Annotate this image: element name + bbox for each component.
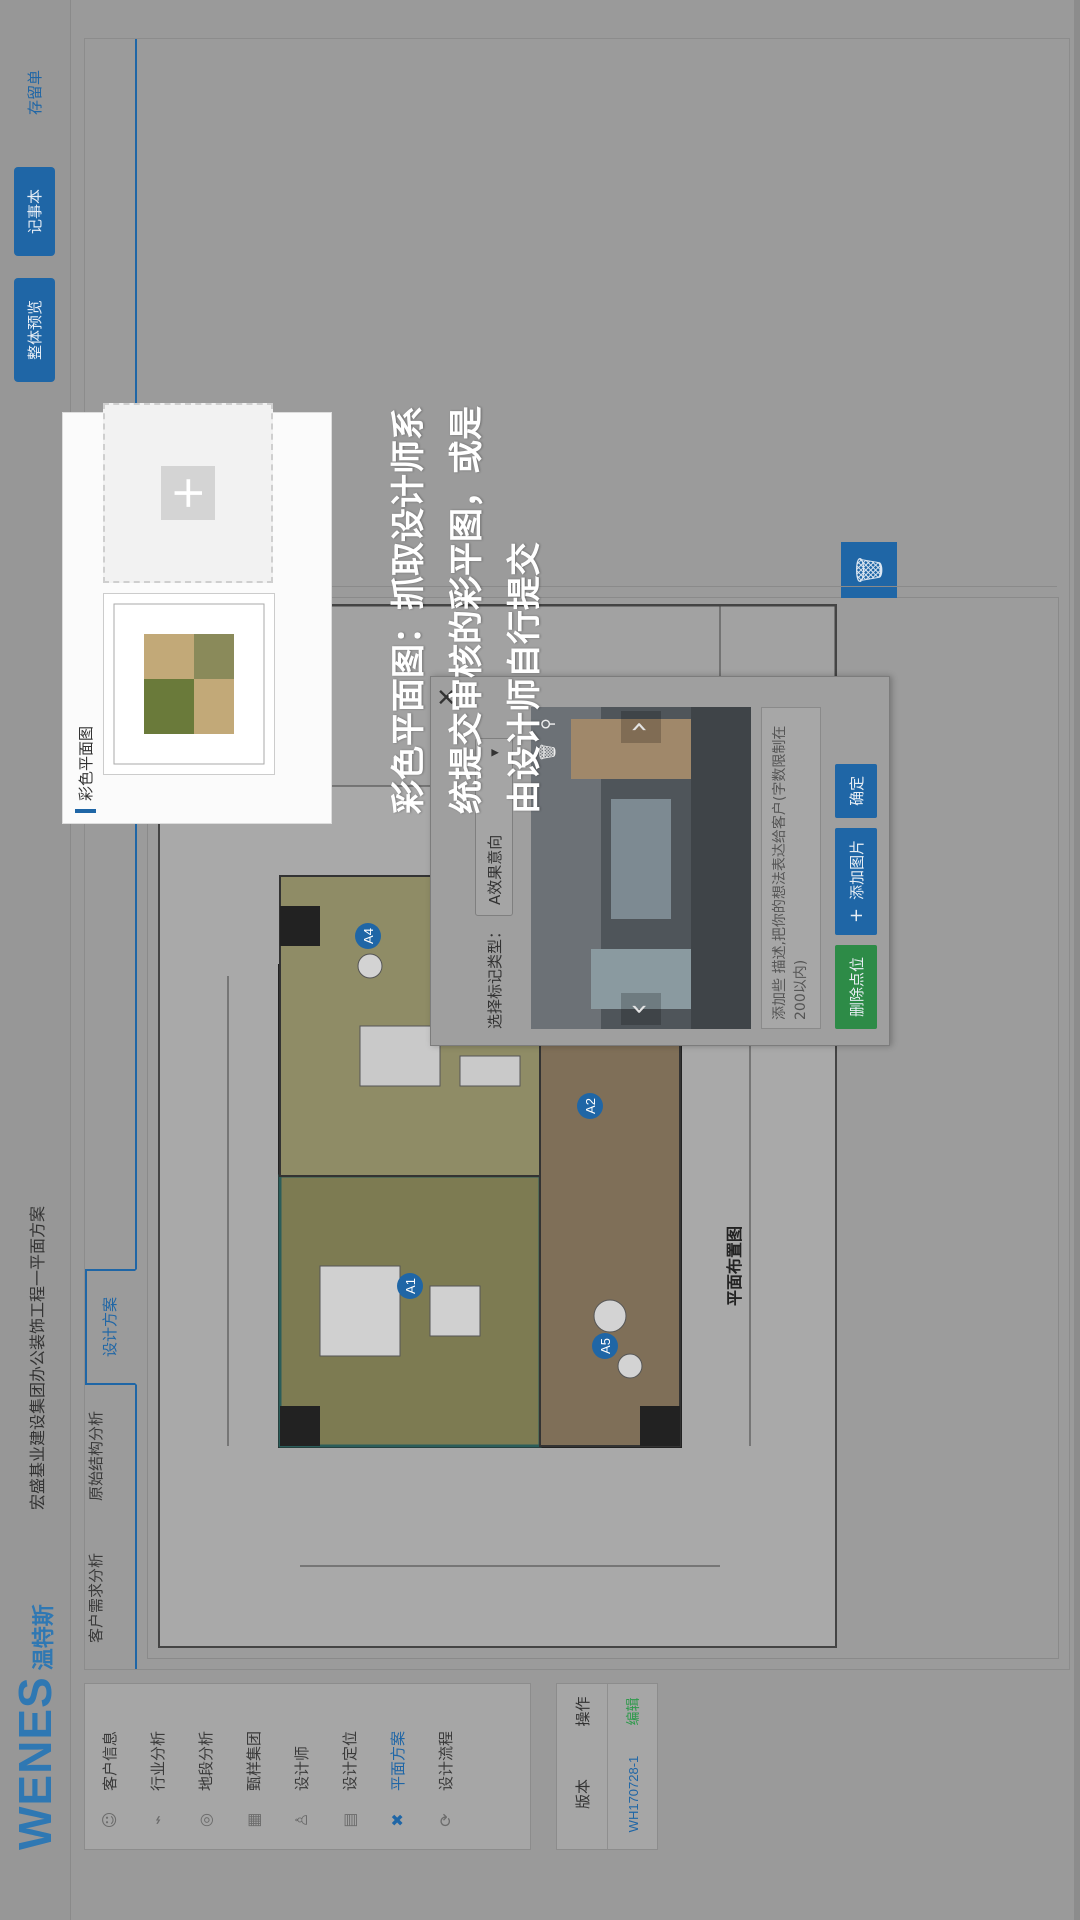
sidebar-item-label: 设计定位 — [340, 1730, 359, 1791]
plus-icon: + — [845, 907, 867, 923]
sidebar-item-customer-info[interactable]: ☺ 客户信息 — [85, 1684, 133, 1849]
user-icon: ☺ — [99, 1811, 119, 1829]
add-image-button[interactable]: + 添加图片 — [835, 827, 877, 935]
logo-main-text: WENES — [9, 1676, 61, 1850]
annotation-line-3: 由设计师自行提交 — [505, 542, 545, 814]
app-canvas: WENES 温特斯 宏盛基业建设集团办公装饰工程一平面方案 整体预览 记事本 存… — [0, 0, 1080, 1920]
sidebar-nav: ☺ 客户信息 ⌁ 行业分析 ◎ 地段分析 ▦ 甄样集团 ♙ 设计师 ▤ 设计定位… — [84, 1683, 531, 1850]
version-table-header: 版本 操作 — [557, 1684, 608, 1849]
marker-a5-label: A5 — [598, 1338, 613, 1354]
version-table: 版本 操作 WH170728-1 编辑 — [556, 1683, 658, 1850]
project-title: 宏盛基业建设集团办公装饰工程一平面方案 — [28, 1205, 47, 1510]
add-color-plan-button[interactable]: + — [103, 403, 273, 583]
sidebar-item-design-flow[interactable]: ⟳ 设计流程 — [421, 1684, 469, 1849]
sidebar-item-location-analysis[interactable]: ◎ 地段分析 — [181, 1684, 229, 1849]
plan-title: 平面布置图 — [725, 1226, 744, 1306]
sidebar-item-label: 设计流程 — [436, 1730, 455, 1791]
confirm-button[interactable]: 确定 — [835, 763, 877, 818]
description-textarea[interactable]: 添加些 描述,把你的想法表达给客户(字数限制在200以内) — [761, 707, 821, 1029]
chart-icon: ⌁ — [147, 1815, 167, 1825]
logo-sub-text: 温特斯 — [32, 1604, 57, 1671]
next-image-icon[interactable]: › — [621, 711, 661, 743]
sidebar-item-design-positioning[interactable]: ▤ 设计定位 — [325, 1684, 373, 1849]
office-photo — [531, 707, 751, 1029]
top-actions: 整体预览 记事本 存留单 — [14, 70, 55, 383]
annotation-line-1: 彩色平面图：抓取设计师系 — [389, 406, 429, 814]
table-row: WH170728-1 编辑 — [608, 1684, 658, 1849]
marker-type-value: A效果意向 — [485, 834, 504, 905]
version-id[interactable]: WH170728-1 — [626, 1739, 641, 1849]
annotation-text: 彩色平面图：抓取设计师系 统提交审核的彩平图，或是 由设计师自行提交 — [380, 294, 554, 814]
color-plan-label: 彩色平面图 — [75, 725, 96, 813]
sidebar-item-label: 客户信息 — [100, 1730, 119, 1791]
version-column-header: 版本 — [573, 1779, 592, 1810]
color-plan-card: 彩色平面图 + — [62, 403, 332, 824]
document-icon: ▤ — [339, 1812, 359, 1828]
brand-logo: WENES 温特斯 — [9, 1604, 61, 1850]
marker-a4-label: A4 — [361, 928, 376, 944]
location-icon: ◎ — [195, 1813, 215, 1827]
sidebar-item-label: 平面方案 — [388, 1730, 407, 1791]
top-bar: WENES 温特斯 宏盛基业建设集团办公装饰工程一平面方案 整体预览 记事本 存… — [0, 0, 71, 1920]
save-link[interactable]: 存留单 — [24, 70, 45, 115]
marker-a5[interactable]: A5 — [592, 1333, 618, 1359]
action-column-header: 操作 — [573, 1696, 592, 1727]
marker-a1-label: A1 — [403, 1278, 418, 1294]
flow-icon: ⟳ — [435, 1813, 455, 1827]
marker-type-label: 选择标记类型： — [485, 923, 504, 1029]
sidebar-item-label: 地段分析 — [196, 1730, 215, 1791]
annotation-line-2: 统提交审核的彩平图，或是 — [447, 406, 487, 814]
edit-link[interactable]: 编辑 — [623, 1684, 643, 1739]
reference-photo: ‹ › 🗑 ⚲ — [531, 707, 751, 1029]
tab-bar: 客户需求分析 原始结构分析 设计方案 — [85, 39, 137, 1669]
tab-customer-needs[interactable]: 客户需求分析 — [85, 1527, 135, 1669]
marker-a1[interactable]: A1 — [397, 1273, 423, 1299]
plan-icon: ✖ — [387, 1813, 407, 1827]
bottom-gutter — [1074, 0, 1080, 1920]
marker-a2-label: A2 — [583, 1098, 598, 1114]
plus-icon: + — [161, 466, 215, 520]
tab-design-plan[interactable]: 设计方案 — [85, 1268, 137, 1385]
add-image-label: 添加图片 — [847, 839, 866, 900]
sidebar-item-designer[interactable]: ♙ 设计师 — [277, 1684, 325, 1849]
sidebar-item-floor-plan[interactable]: ✖ 平面方案 — [373, 1684, 421, 1849]
sidebar-item-industry-analysis[interactable]: ⌁ 行业分析 — [133, 1684, 181, 1849]
marker-a2[interactable]: A2 — [577, 1093, 603, 1119]
color-plan-thumbnail[interactable] — [103, 593, 275, 775]
tab-original-structure[interactable]: 原始结构分析 — [85, 1385, 135, 1527]
sidebar-item-group[interactable]: ▦ 甄样集团 — [229, 1684, 277, 1849]
sidebar-item-label: 甄样集团 — [244, 1730, 263, 1791]
popup-actions: 删除点位 + 添加图片 确定 — [835, 763, 877, 1029]
marker-a4[interactable]: A4 — [355, 923, 381, 949]
sidebar-item-label: 行业分析 — [148, 1730, 167, 1791]
delete-marker-button[interactable]: 删除点位 — [835, 944, 877, 1029]
thumbnail-svg — [113, 603, 265, 765]
sidebar-item-label: 设计师 — [292, 1745, 311, 1791]
prev-image-icon[interactable]: ‹ — [621, 993, 661, 1025]
main-panel: 客户需求分析 原始结构分析 设计方案 A1 A2 A4 A5 平面布置图 ✕ 选… — [84, 38, 1070, 1670]
notebook-button[interactable]: 记事本 — [14, 167, 55, 257]
preview-button[interactable]: 整体预览 — [14, 278, 55, 383]
designer-icon: ♙ — [291, 1812, 311, 1828]
building-icon: ▦ — [243, 1812, 263, 1828]
